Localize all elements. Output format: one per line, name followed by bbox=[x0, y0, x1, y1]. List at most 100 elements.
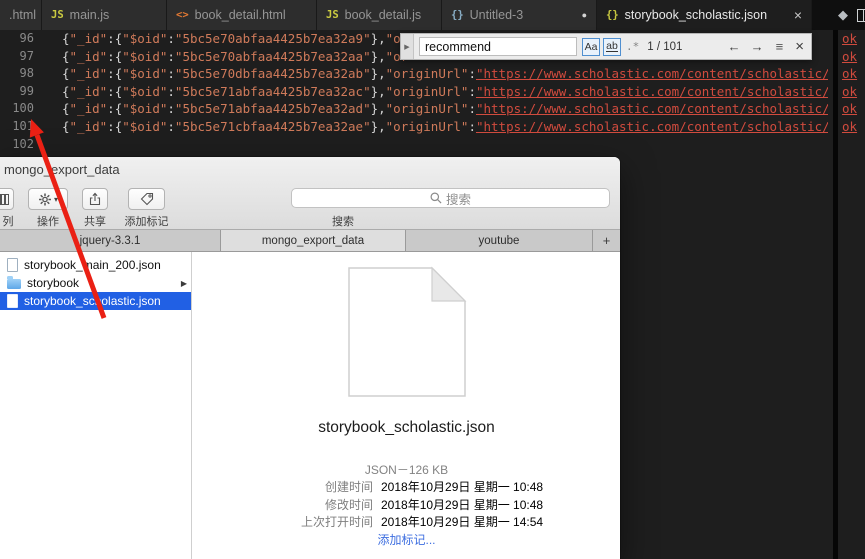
line-number: 98 bbox=[19, 66, 34, 81]
code-text: {"_id":{"$oid":"5bc5e70dbfaa4425b7ea32ab… bbox=[62, 66, 828, 82]
diamond-icon[interactable]: ◆ bbox=[838, 7, 848, 23]
view-label: 列 bbox=[2, 216, 14, 228]
tab-label: Untitled-3 bbox=[469, 8, 524, 22]
unsaved-dot-icon[interactable]: ● bbox=[582, 10, 587, 20]
meta-row-modified: 修改时间 2018年10月29日 星期一 10:48 bbox=[193, 496, 620, 514]
tab-label: book_detail.html bbox=[194, 8, 286, 22]
file-row-storybook-main-200[interactable]: storybook_main_200.json bbox=[0, 256, 191, 274]
tag-icon bbox=[140, 192, 153, 206]
file-name: storybook_main_200.json bbox=[24, 258, 161, 272]
preview-pane: storybook_scholastic.json JSON－126 KB 创建… bbox=[193, 252, 620, 559]
editor-tab-book-detail-html[interactable]: <> book_detail.html bbox=[167, 0, 317, 30]
add-tags-link[interactable]: 添加标记... bbox=[193, 531, 620, 548]
line-number: 100 bbox=[12, 101, 34, 116]
finder-window: mongo_export_data 列 ▾ 操作 共享 添加标记 搜索 搜索 j… bbox=[0, 157, 620, 559]
overflow-text: ok bbox=[842, 31, 858, 46]
js-file-icon: JS bbox=[51, 9, 64, 21]
search-placeholder: 搜索 bbox=[445, 192, 471, 207]
line-number: 101 bbox=[12, 118, 34, 133]
editor-actions-area: ◆ bbox=[812, 0, 865, 30]
code-text: {"_id":{"$oid":"5bc5e71abfaa4425b7ea32ac… bbox=[62, 83, 828, 99]
finder-tab-jquery[interactable]: jquery-3.3.1 bbox=[0, 230, 221, 251]
json-file-icon: {} bbox=[451, 9, 464, 21]
search-icon bbox=[430, 192, 442, 204]
view-mode-button[interactable] bbox=[0, 188, 14, 210]
overflow-text: ok bbox=[842, 48, 858, 64]
file-name: storybook_scholastic.json bbox=[24, 294, 161, 308]
line-number: 99 bbox=[19, 83, 34, 98]
action-menu-button[interactable]: ▾ bbox=[28, 188, 68, 210]
file-list: storybook_main_200.json storybook ▶ stor… bbox=[0, 252, 192, 559]
search-label: 搜索 bbox=[332, 216, 354, 228]
find-results-count: 1 / 101 bbox=[647, 40, 683, 53]
add-tags-button[interactable] bbox=[128, 188, 165, 210]
finder-tab-youtube[interactable]: youtube bbox=[406, 230, 593, 251]
share-icon bbox=[89, 192, 101, 206]
previous-match-icon[interactable]: ← bbox=[728, 39, 741, 54]
gear-icon bbox=[39, 193, 51, 205]
editor-tab-storybook-scholastic-json[interactable]: {} storybook_scholastic.json × bbox=[597, 0, 812, 30]
disclosure-triangle-icon[interactable]: ▶ bbox=[181, 279, 187, 288]
split-editor-icon[interactable] bbox=[857, 8, 865, 22]
whole-word-toggle[interactable]: ab bbox=[603, 37, 621, 56]
code-line[interactable]: 102 bbox=[0, 136, 828, 154]
document-icon bbox=[7, 294, 18, 308]
file-row-storybook-scholastic-json[interactable]: storybook_scholastic.json bbox=[0, 292, 191, 310]
column-view-icon bbox=[0, 193, 9, 205]
meta-value: 2018年10月29日 星期一 10:48 bbox=[381, 480, 544, 495]
share-label: 共享 bbox=[84, 216, 106, 228]
chevron-down-icon: ▾ bbox=[53, 194, 58, 204]
overflow-text: ok bbox=[842, 83, 858, 99]
code-line[interactable]: 101 {"_id":{"$oid":"5bc5e71cbfaa4425b7ea3… bbox=[0, 118, 828, 136]
window-title: mongo_export_data bbox=[4, 162, 120, 177]
tab-label: book_detail.js bbox=[344, 8, 422, 22]
overflow-text: ok bbox=[842, 118, 858, 134]
code-text: {"_id":{"$oid":"5bc5e71abfaa4425b7ea32ad… bbox=[62, 101, 828, 117]
overflow-text-column: ok ok ok ok ok ok bbox=[838, 30, 865, 136]
find-input[interactable]: recommend bbox=[419, 37, 577, 56]
finder-search-field[interactable]: 搜索 bbox=[291, 188, 610, 208]
json-file-icon: {} bbox=[606, 9, 619, 21]
meta-label: 上次打开时间 bbox=[300, 515, 373, 530]
line-number: 96 bbox=[19, 31, 34, 45]
finder-titlebar: mongo_export_data 列 ▾ 操作 共享 添加标记 搜索 搜索 bbox=[0, 157, 620, 230]
code-line[interactable]: 99 {"_id":{"$oid":"5bc5e71abfaa4425b7ea32… bbox=[0, 83, 828, 101]
document-icon bbox=[7, 258, 18, 272]
code-line[interactable]: 98 {"_id":{"$oid":"5bc5e70dbfaa4425b7ea32… bbox=[0, 65, 828, 83]
screen: .html JS main.js <> book_detail.html JS … bbox=[0, 0, 865, 559]
whole-word-label: ab bbox=[606, 40, 618, 52]
editor-tab-untitled-3[interactable]: {} Untitled-3 ● bbox=[442, 0, 597, 30]
toggle-replace-icon[interactable]: ▶ bbox=[401, 34, 414, 59]
file-name: storybook bbox=[27, 276, 80, 290]
code-text: {"_id":{"$oid":"5bc5e71cbfaa4425b7ea32ae… bbox=[62, 118, 828, 134]
html-file-icon: <> bbox=[176, 9, 189, 21]
preview-filename: storybook_scholastic.json bbox=[318, 419, 495, 436]
next-match-icon[interactable]: → bbox=[751, 39, 764, 54]
meta-label: 修改时间 bbox=[324, 497, 373, 512]
editor-tab-html-partial[interactable]: .html bbox=[0, 0, 42, 30]
regex-toggle[interactable]: .* bbox=[626, 40, 639, 53]
find-in-selection-icon[interactable]: ≡ bbox=[776, 39, 784, 54]
js-file-icon: JS bbox=[326, 9, 339, 21]
close-find-icon[interactable]: × bbox=[795, 38, 804, 55]
meta-value: 2018年10月29日 星期一 14:54 bbox=[381, 515, 544, 530]
code-line[interactable]: 100 {"_id":{"$oid":"5bc5e71abfaa4425b7ea3… bbox=[0, 100, 828, 118]
match-case-toggle[interactable]: Aa bbox=[582, 37, 600, 56]
tab-label: main.js bbox=[69, 8, 110, 22]
share-button[interactable] bbox=[82, 188, 108, 210]
find-widget: ▶ recommend Aa ab .* 1 / 101 ← → ≡ × bbox=[400, 33, 812, 60]
tab-label: .html bbox=[9, 8, 37, 22]
meta-label: 创建时间 bbox=[324, 480, 373, 495]
editor-right-pane: ok ok ok ok ok ok bbox=[833, 30, 865, 559]
finder-tab-mongo-export-data[interactable]: mongo_export_data bbox=[221, 230, 406, 251]
editor-tab-main-js[interactable]: JS main.js bbox=[42, 0, 167, 30]
tab-label: storybook_scholastic.json bbox=[624, 8, 768, 22]
preview-kind-size: JSON－126 KB bbox=[364, 463, 449, 477]
file-row-storybook-folder[interactable]: storybook ▶ bbox=[0, 274, 191, 292]
overflow-text: ok bbox=[842, 66, 858, 82]
editor-tab-book-detail-js[interactable]: JS book_detail.js bbox=[317, 0, 442, 30]
new-tab-button[interactable]: + bbox=[593, 230, 620, 251]
line-number: 102 bbox=[12, 136, 34, 151]
close-tab-icon[interactable]: × bbox=[794, 7, 802, 23]
action-label: 操作 bbox=[37, 216, 59, 228]
